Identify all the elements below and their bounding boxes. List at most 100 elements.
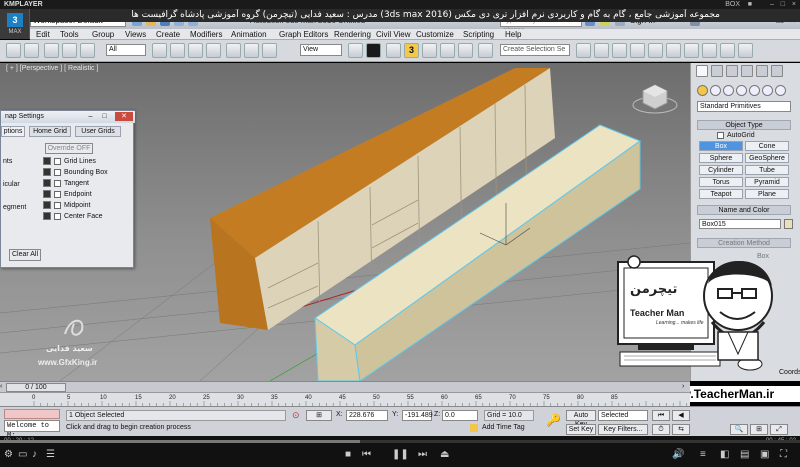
toggle-ribbon-icon[interactable] [630, 43, 645, 58]
mirror-icon[interactable] [576, 43, 591, 58]
seek-bar[interactable] [0, 440, 800, 443]
menu-animation[interactable]: Animation [231, 29, 267, 40]
snaps-toggle-button[interactable]: 3 [404, 43, 419, 58]
rectangular-selection-icon[interactable] [188, 43, 203, 58]
named-selection-set-dropdown[interactable]: Create Selection Se [500, 44, 570, 56]
create-tab-icon[interactable] [696, 65, 708, 77]
set-key-button[interactable]: Set Key [566, 424, 596, 435]
auto-key-button[interactable]: Auto Key [566, 410, 596, 428]
volume-icon[interactable]: 🔊 [672, 450, 684, 460]
rendered-frame-window-icon[interactable] [720, 43, 735, 58]
cone-button[interactable]: Cone [745, 141, 789, 151]
systems-icon[interactable] [775, 85, 786, 96]
fullscreen-icon[interactable]: ⛶ [780, 450, 787, 460]
listener-mini-window[interactable] [4, 409, 60, 419]
maxscript-listener[interactable]: Welcome to M: [4, 420, 60, 440]
lights-icon[interactable] [723, 85, 734, 96]
menu-graph-editors[interactable]: Graph Editors [279, 29, 328, 40]
pyramid-button[interactable]: Pyramid [745, 177, 789, 187]
stop-icon[interactable]: ■ [345, 450, 351, 460]
sphere-button[interactable]: Sphere [699, 153, 743, 163]
track-bar[interactable]: 0 5 10 15 20 25 30 35 40 45 50 55 60 65 … [0, 392, 690, 407]
absolute-mode-icon[interactable]: ⊞ [306, 410, 332, 421]
helpers-icon[interactable] [749, 85, 760, 96]
name-and-color-rollout[interactable]: Name and Color [697, 205, 791, 215]
redo-button[interactable] [24, 43, 39, 58]
z-coordinate-field[interactable]: 0.0 [442, 410, 478, 421]
close-icon[interactable]: × [792, 0, 796, 9]
selection-filter-dropdown[interactable]: All [106, 44, 146, 56]
pivot-center-icon[interactable] [348, 43, 363, 58]
rotate-icon[interactable] [244, 43, 259, 58]
clear-all-button[interactable]: Clear All [9, 249, 41, 261]
next-icon[interactable]: ⏭ [418, 450, 427, 460]
tab-user-grids[interactable]: User Grids [75, 126, 121, 137]
viewcube[interactable] [632, 84, 678, 114]
menu-views[interactable]: Views [125, 29, 146, 40]
cameras-icon[interactable] [736, 85, 747, 96]
undo-button[interactable] [6, 43, 21, 58]
eject-icon[interactable]: ⏏ [440, 450, 449, 460]
zoom-icon[interactable]: 🔍 [730, 424, 748, 435]
select-manipulate-icon[interactable] [366, 43, 381, 58]
maximize-viewport-icon[interactable]: ⤢ [770, 424, 788, 435]
geosphere-button[interactable]: GeoSphere [745, 153, 789, 163]
application-menu-button[interactable]: 3 MAX [0, 9, 30, 39]
menu-customize[interactable]: Customize [416, 29, 454, 40]
curve-editor-icon[interactable] [648, 43, 663, 58]
modify-tab-icon[interactable] [711, 65, 723, 77]
pause-icon[interactable]: ❚❚ [392, 450, 409, 460]
menu-rendering[interactable]: Rendering [334, 29, 371, 40]
capture-icon[interactable]: ▣ [760, 450, 769, 460]
pin-icon[interactable]: ■ [748, 0, 752, 9]
x-coordinate-field[interactable]: 228.676 [346, 410, 388, 421]
override-button[interactable]: Override OFF [45, 143, 93, 154]
dialog-maximize-icon[interactable]: □ [99, 112, 110, 121]
time-slider-next-icon[interactable]: › [682, 383, 684, 390]
3d-icon[interactable]: ◧ [720, 450, 729, 460]
align-icon[interactable] [594, 43, 609, 58]
previous-icon[interactable]: ⏮ [362, 450, 371, 460]
plane-button[interactable]: Plane [745, 189, 789, 199]
grid-lines-checkbox[interactable] [54, 158, 61, 165]
primitive-type-dropdown[interactable]: Standard Primitives [697, 101, 791, 112]
center-face-checkbox[interactable] [54, 213, 61, 220]
playlist-icon[interactable]: ≡ [700, 450, 706, 460]
zoom-all-icon[interactable]: ⊞ [750, 424, 768, 435]
bounding-box-checkbox[interactable] [54, 169, 61, 176]
unlink-icon[interactable] [62, 43, 77, 58]
render-production-icon[interactable] [738, 43, 753, 58]
menu-create[interactable]: Create [156, 29, 180, 40]
maximize-icon[interactable]: □ [781, 0, 785, 9]
screen-icon[interactable]: ▭ [18, 450, 27, 460]
menu-group[interactable]: Group [92, 29, 114, 40]
midpoint-checkbox[interactable] [54, 202, 61, 209]
tube-button[interactable]: Tube [745, 165, 789, 175]
schematic-view-icon[interactable] [666, 43, 681, 58]
audio-icon[interactable]: ♪ [32, 450, 37, 460]
menu-help[interactable]: Help [505, 29, 521, 40]
key-mode-toggle-icon[interactable]: ⇆ [672, 424, 690, 435]
settings-icon[interactable]: ⚙ [4, 450, 13, 460]
render-setup-icon[interactable] [702, 43, 717, 58]
select-by-name-icon[interactable] [170, 43, 185, 58]
endpoint-checkbox[interactable] [54, 191, 61, 198]
time-tag-icon[interactable] [470, 424, 478, 432]
autogrid-checkbox[interactable] [717, 132, 724, 139]
key-mode-dropdown[interactable]: Selected [598, 410, 648, 421]
geometry-icon[interactable] [697, 85, 708, 96]
layer-explorer-icon[interactable] [612, 43, 627, 58]
control-box-icon[interactable]: ▤ [740, 450, 749, 460]
display-tab-icon[interactable] [756, 65, 768, 77]
scale-icon[interactable] [262, 43, 277, 58]
key-filters-button[interactable]: Key Filters... [598, 424, 648, 435]
go-to-start-icon[interactable]: ⏮ [652, 410, 670, 421]
object-color-swatch[interactable] [784, 219, 793, 229]
menu-scripting[interactable]: Scripting [463, 29, 494, 40]
angle-snap-icon[interactable] [422, 43, 437, 58]
previous-frame-icon[interactable]: ◀ [672, 410, 690, 421]
time-slider[interactable]: 0 / 100 ‹ › [0, 381, 690, 392]
dialog-close-icon[interactable]: ✕ [115, 112, 133, 121]
menu-modifiers[interactable]: Modifiers [190, 29, 222, 40]
box-button[interactable]: Box [699, 141, 743, 151]
